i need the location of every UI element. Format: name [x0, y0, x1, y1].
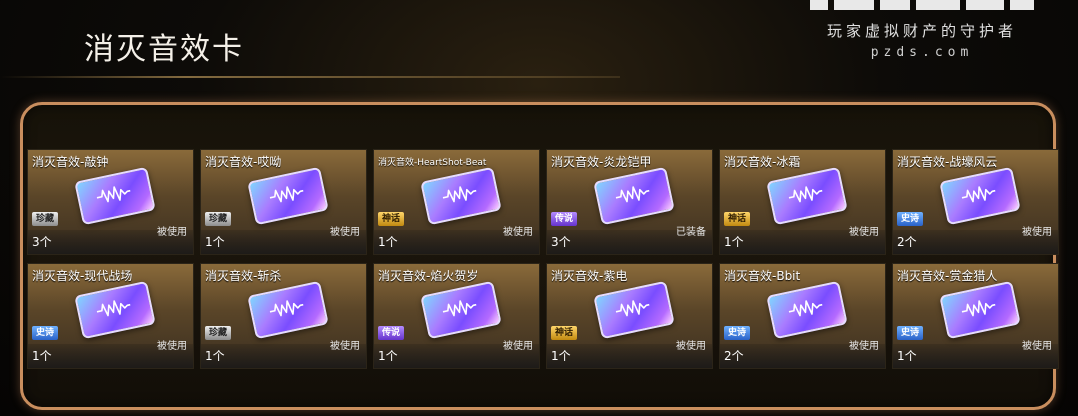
card-count: 1个 [551, 349, 571, 363]
rarity-badge: 史诗 [897, 212, 923, 226]
usage-status: 被使用 [849, 341, 879, 352]
rarity-badge: 史诗 [897, 326, 923, 340]
inventory-panel: 消灭音效-敲钟 珍藏 被使用 3个 消灭音效-哎呦 珍藏 被使用 1个 消灭音效-HeartSh… [20, 102, 1059, 410]
sound-card[interactable]: 消灭音效-战壕风云 史诗被使用 2个 [892, 149, 1059, 255]
card-name: 消灭音效-斩杀 [205, 269, 282, 283]
card-count: 2个 [724, 349, 744, 363]
usage-status: 被使用 [503, 227, 533, 238]
page-title: 消灭音效卡 [84, 32, 244, 67]
sound-card[interactable]: 消灭音效-HeartShot-Beat 神话被使用 1个 [373, 149, 540, 255]
card-count: 2个 [897, 235, 917, 249]
sound-card[interactable]: 消灭音效-斩杀 珍藏被使用 1个 [200, 263, 367, 369]
usage-status: 被使用 [1022, 227, 1052, 238]
card-name: 消灭音效-敲钟 [32, 155, 109, 169]
card-count: 1个 [897, 349, 917, 363]
card-count: 3个 [32, 235, 52, 249]
sound-card[interactable]: 消灭音效-紫电 神话被使用 1个 [546, 263, 713, 369]
usage-status: 已装备 [676, 227, 706, 238]
card-name: 消灭音效-HeartShot-Beat [378, 158, 487, 168]
sound-ticket-icon [74, 280, 156, 340]
sound-card[interactable]: 消灭音效-Bbit 史诗被使用 2个 [719, 263, 886, 369]
card-count: 1个 [378, 235, 398, 249]
card-count: 1个 [205, 235, 225, 249]
card-grid: 消灭音效-敲钟 珍藏 被使用 3个 消灭音效-哎呦 珍藏 被使用 1个 消灭音效-HeartSh… [27, 149, 1059, 369]
card-name: 消灭音效-哎呦 [205, 155, 282, 169]
sound-ticket-icon [766, 166, 848, 226]
brand-tagline: 玩家虚拟财产的守护者 [826, 22, 1017, 40]
card-name: 消灭音效-Bbit [724, 269, 801, 283]
card-name: 消灭音效-冰霜 [724, 155, 801, 169]
card-name: 消灭音效-紫电 [551, 269, 628, 283]
sound-ticket-icon [247, 166, 329, 226]
rarity-badge: 史诗 [724, 326, 750, 340]
brand-watermark: 玩家虚拟财产的守护者 pzds.com [802, 0, 1042, 60]
sound-ticket-icon [593, 280, 675, 340]
sound-card[interactable]: 消灭音效-冰霜 神话被使用 1个 [719, 149, 886, 255]
usage-status: 被使用 [849, 227, 879, 238]
rarity-badge: 神话 [378, 212, 404, 226]
sound-ticket-icon [939, 280, 1021, 340]
brand-url: pzds.com [870, 45, 974, 60]
sound-card[interactable]: 消灭音效-焰火贺岁 传说被使用 1个 [373, 263, 540, 369]
card-count: 1个 [724, 235, 744, 249]
usage-status: 被使用 [157, 341, 187, 352]
usage-status: 被使用 [676, 341, 706, 352]
rarity-badge: 传说 [378, 326, 404, 340]
rarity-badge: 神话 [724, 212, 750, 226]
sound-card[interactable]: 消灭音效-现代战场 史诗被使用 1个 [27, 263, 194, 369]
card-name: 消灭音效-炎龙铠甲 [551, 155, 652, 169]
sound-ticket-icon [420, 166, 502, 226]
card-name: 消灭音效-赏金猎人 [897, 269, 998, 283]
rarity-badge: 珍藏 [205, 326, 231, 340]
sound-card[interactable]: 消灭音效-炎龙铠甲 传说已装备 3个 [546, 149, 713, 255]
sound-ticket-icon [247, 280, 329, 340]
usage-status: 被使用 [330, 227, 360, 238]
title-divider [0, 76, 620, 78]
card-count: 1个 [205, 349, 225, 363]
sound-ticket-icon [593, 166, 675, 226]
usage-status: 被使用 [330, 341, 360, 352]
usage-status: 被使用 [157, 227, 187, 238]
rarity-badge: 传说 [551, 212, 577, 226]
sound-ticket-icon [420, 280, 502, 340]
rarity-badge: 神话 [551, 326, 577, 340]
brand-logo [807, 0, 1037, 12]
card-name: 消灭音效-战壕风云 [897, 155, 998, 169]
rarity-badge: 珍藏 [205, 212, 231, 226]
sound-card[interactable]: 消灭音效-赏金猎人 史诗被使用 1个 [892, 263, 1059, 369]
card-count: 1个 [378, 349, 398, 363]
sound-ticket-icon [74, 166, 156, 226]
usage-status: 被使用 [503, 341, 533, 352]
card-name: 消灭音效-现代战场 [32, 269, 133, 283]
card-count: 3个 [551, 235, 571, 249]
sound-ticket-icon [939, 166, 1021, 226]
rarity-badge: 珍藏 [32, 212, 58, 226]
sound-ticket-icon [766, 280, 848, 340]
usage-status: 被使用 [1022, 341, 1052, 352]
card-name: 消灭音效-焰火贺岁 [378, 269, 479, 283]
sound-card[interactable]: 消灭音效-敲钟 珍藏被使用 3个 [27, 149, 194, 255]
card-count: 1个 [32, 349, 52, 363]
sound-card[interactable]: 消灭音效-哎呦 珍藏被使用 1个 [200, 149, 367, 255]
rarity-badge: 史诗 [32, 326, 58, 340]
